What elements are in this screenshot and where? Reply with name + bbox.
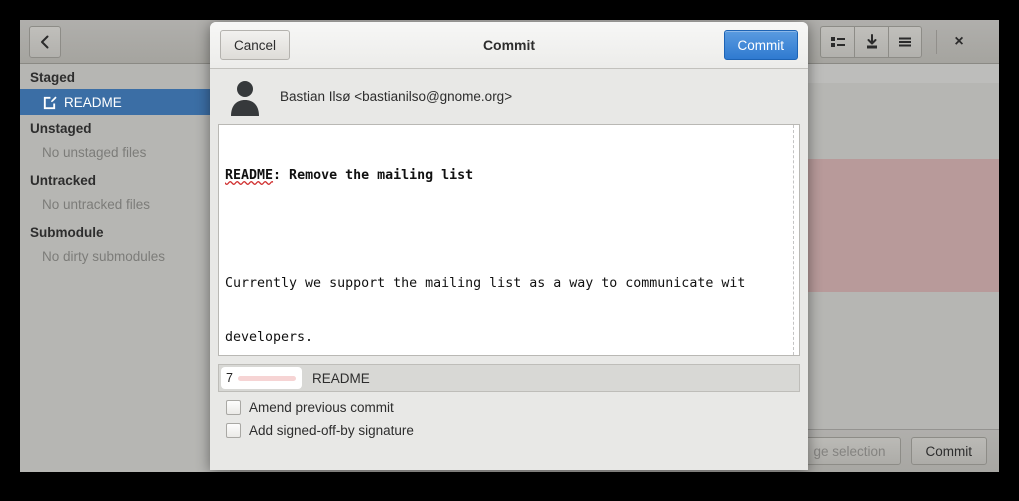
screen: × Staged README Unstaged No unstaged fil…	[0, 0, 1019, 501]
message-line-1	[225, 221, 799, 239]
change-bar	[237, 375, 296, 381]
amend-label: Amend previous commit	[249, 400, 394, 415]
signoff-label: Add signed-off-by signature	[249, 423, 414, 438]
stage-selection-button[interactable]: ge selection	[798, 437, 901, 465]
changed-file-name: README	[311, 370, 370, 386]
commit-message-field[interactable]: README: Remove the mailing list Currentl…	[218, 124, 800, 356]
view-list-button[interactable]	[820, 26, 854, 58]
sidebar-section-header-submodule: Submodule	[30, 225, 104, 240]
sidebar-item-label: README	[64, 94, 122, 110]
file-status-sidebar: Staged README Unstaged No unstaged files…	[20, 64, 230, 472]
close-window-button[interactable]: ×	[943, 26, 975, 58]
wrap-guide	[793, 125, 794, 355]
sidebar-empty-submodule: No dirty submodules	[42, 249, 166, 264]
commit-button[interactable]: Commit	[723, 30, 798, 60]
message-line-0: README: Remove the mailing list	[225, 167, 799, 185]
edit-document-icon	[42, 94, 58, 110]
person-avatar-icon	[231, 80, 259, 116]
amend-option-row[interactable]: Amend previous commit	[210, 392, 808, 415]
signoff-checkbox[interactable]	[226, 423, 241, 438]
message-subject-rest: : Remove the mailing list	[273, 168, 474, 183]
back-arrow-icon	[41, 35, 49, 49]
menu-button[interactable]	[888, 26, 922, 58]
sidebar-section-header-untracked: Untracked	[30, 173, 97, 188]
back-button[interactable]	[29, 26, 61, 58]
cancel-button[interactable]: Cancel	[220, 30, 291, 60]
commit-dialog: Cancel Commit Commit Bastian Ilsø <basti…	[210, 22, 808, 470]
download-stash-icon	[866, 34, 877, 49]
sidebar-section-header-staged: Staged	[30, 70, 76, 85]
signoff-option-row[interactable]: Add signed-off-by signature	[210, 415, 808, 438]
avatar	[226, 78, 264, 116]
sidebar-section-header-unstaged: Unstaged	[30, 121, 92, 136]
author-row: Bastian Ilsø <bastianilso@gnome.org>	[210, 69, 808, 124]
dialog-headerbar: Cancel Commit Commit	[210, 22, 808, 69]
message-line-2: Currently we support the mailing list as…	[225, 276, 746, 291]
headerbar-actions	[820, 26, 930, 58]
sidebar-empty-unstaged: No unstaged files	[42, 145, 147, 160]
message-subject-word: README	[225, 168, 274, 183]
message-line-3: developers.	[225, 330, 314, 345]
commit-button-background[interactable]: Commit	[910, 437, 987, 465]
headerbar-separator	[936, 30, 937, 54]
list-view-icon	[830, 37, 845, 47]
linked-button-group	[820, 26, 922, 58]
sidebar-item-readme[interactable]: README	[20, 89, 230, 115]
amend-checkbox[interactable]	[226, 400, 241, 415]
stash-button[interactable]	[854, 26, 888, 58]
dialog-title: Commit	[482, 37, 536, 53]
hamburger-menu-icon	[899, 37, 911, 47]
commit-message-text[interactable]: README: Remove the mailing list Currentl…	[219, 125, 799, 355]
changed-file-row[interactable]: 7 README	[218, 364, 800, 392]
change-count: 7	[226, 371, 233, 385]
sidebar-empty-untracked: No untracked files	[42, 197, 151, 212]
author-name: Bastian Ilsø <bastianilso@gnome.org>	[280, 89, 513, 104]
change-stat-pill: 7	[221, 367, 302, 389]
